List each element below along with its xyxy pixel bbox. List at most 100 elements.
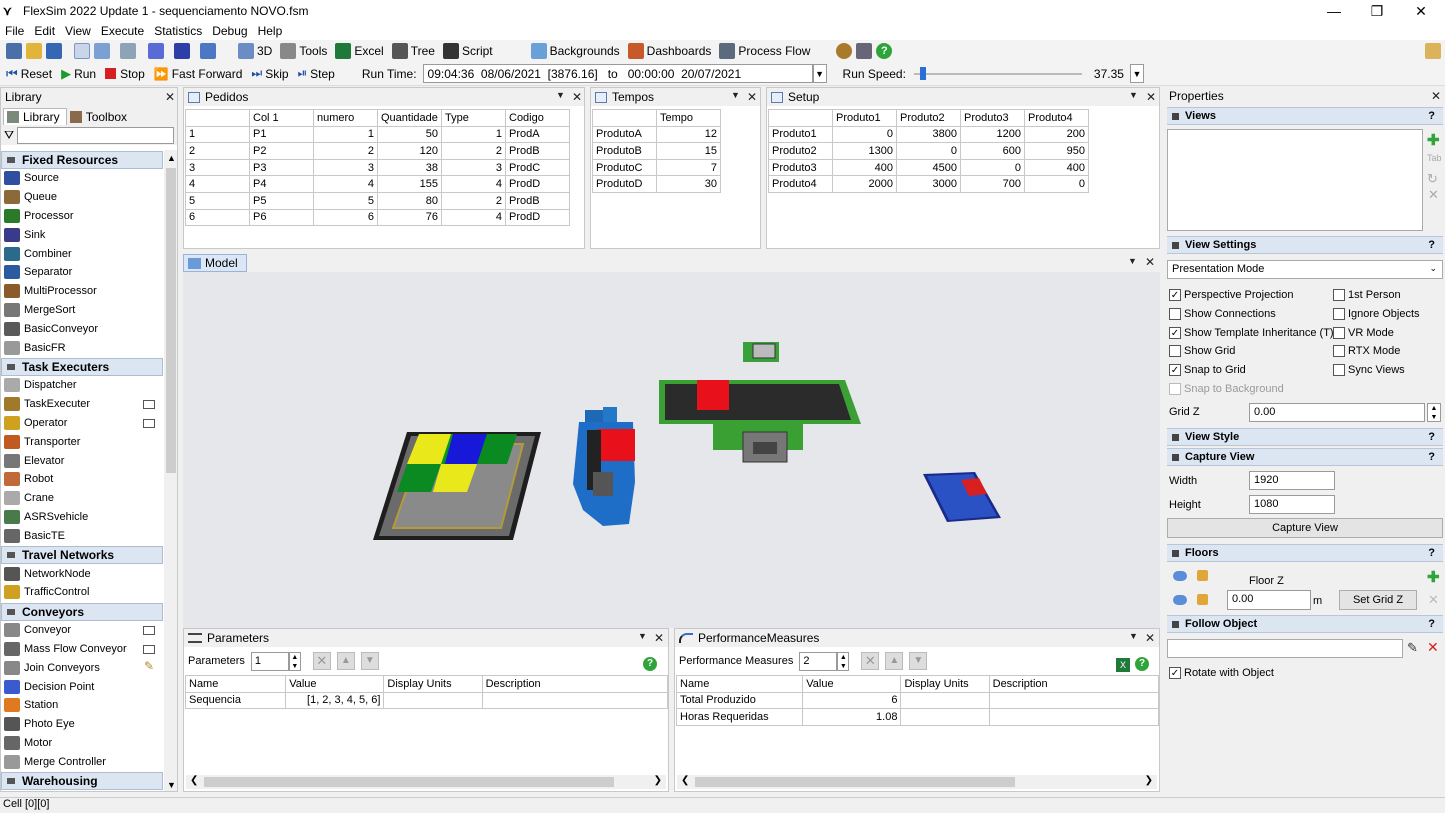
- close-icon[interactable]: ✕: [1431, 89, 1441, 103]
- library-item-robot[interactable]: Robot: [1, 470, 163, 489]
- library-item-mergesort[interactable]: MergeSort: [1, 301, 163, 320]
- table-cell[interactable]: Horas Requeridas: [675, 708, 804, 726]
- run-speed-slider[interactable]: [913, 64, 1082, 83]
- panel-menu-icon[interactable]: ▼: [556, 90, 565, 100]
- table-cell[interactable]: 3000: [896, 175, 961, 193]
- library-item-join-conveyors[interactable]: Join Conveyors ✎: [1, 658, 163, 677]
- library-item-trafficcontrol[interactable]: TrafficControl: [1, 583, 163, 602]
- table-row[interactable]: 3 P3 3 38 3 ProdC: [185, 158, 570, 177]
- menu-help[interactable]: Help: [253, 24, 288, 38]
- library-item-sink[interactable]: Sink: [1, 225, 163, 244]
- tools-button[interactable]: Tools: [278, 43, 327, 59]
- table-cell[interactable]: ProdutoC: [592, 158, 657, 177]
- library-item-multiprocessor[interactable]: MultiProcessor: [1, 282, 163, 301]
- table-cell[interactable]: 1: [441, 125, 506, 144]
- close-icon[interactable]: ✕: [572, 90, 582, 104]
- library-item-asrsvehicle[interactable]: ASRSvehicle: [1, 508, 163, 527]
- run-button[interactable]: ▶ Run: [61, 66, 96, 82]
- table-cell[interactable]: P5: [249, 191, 314, 210]
- maximize-icon[interactable]: ❐: [1354, 0, 1400, 22]
- panel-menu-icon[interactable]: ▼: [1129, 631, 1138, 641]
- floors-section[interactable]: Floors?: [1167, 544, 1443, 562]
- table-cell[interactable]: 3800: [896, 125, 961, 144]
- fast-forward-button[interactable]: ⏩ Fast Forward: [154, 67, 243, 81]
- table-cell[interactable]: 1: [185, 125, 250, 144]
- clear-follow-icon[interactable]: ✕: [1427, 639, 1439, 656]
- table-cell[interactable]: [900, 708, 990, 726]
- table-cell[interactable]: ProdC: [505, 158, 570, 177]
- library-item-decision-point[interactable]: Decision Point: [1, 677, 163, 696]
- table-cell[interactable]: [1, 2, 3, 4, 5, 6]: [285, 691, 385, 710]
- table-cell[interactable]: 4: [185, 175, 250, 193]
- table-cell[interactable]: 15: [656, 142, 721, 160]
- object-mode-icon[interactable]: [120, 43, 136, 59]
- table-cell[interactable]: P1: [249, 125, 314, 144]
- table-row[interactable]: 5 P5 5 80 2 ProdB: [185, 191, 570, 210]
- menu-file[interactable]: File: [0, 24, 29, 38]
- dashboards-button[interactable]: Dashboards: [626, 43, 711, 59]
- open-file-icon[interactable]: [26, 43, 42, 59]
- stop-button[interactable]: Stop: [105, 67, 145, 81]
- help-icon[interactable]: ?: [1135, 657, 1149, 671]
- column-header[interactable]: Produto4: [1024, 109, 1089, 127]
- minimize-icon[interactable]: —: [1311, 0, 1357, 22]
- column-header[interactable]: [592, 109, 657, 127]
- table-row[interactable]: ProdutoD 30: [592, 175, 721, 193]
- table-row[interactable]: ProdutoB 15: [592, 142, 721, 160]
- pedidos-table[interactable]: Col 1 numero Quantidade Type Codigo 1 P1 1 50 1 Pr…: [185, 109, 570, 227]
- library-scrollbar[interactable]: ▲ ▼: [164, 150, 177, 791]
- expand-icon[interactable]: [143, 644, 155, 654]
- table-cell[interactable]: 0: [1024, 175, 1089, 193]
- delete-floor-icon[interactable]: ✕: [1428, 592, 1439, 608]
- table-cell[interactable]: 3: [313, 158, 378, 177]
- skip-button[interactable]: ⏭ Skip: [251, 66, 288, 81]
- table-row[interactable]: 2 P2 2 120 2 ProdB: [185, 142, 570, 160]
- table-cell[interactable]: 12: [656, 125, 721, 144]
- model-3d-view[interactable]: [183, 272, 1160, 628]
- checkbox-vr-mode[interactable]: VR Mode: [1333, 326, 1394, 339]
- table-cell[interactable]: 0: [832, 125, 897, 144]
- column-header[interactable]: Description: [481, 675, 668, 693]
- set-grid-z-button[interactable]: Set Grid Z: [1339, 590, 1417, 610]
- column-header[interactable]: Tempo: [656, 109, 721, 127]
- column-header[interactable]: Produto1: [832, 109, 897, 127]
- layout-icon[interactable]: [856, 43, 873, 59]
- table-cell[interactable]: 5: [313, 191, 378, 210]
- column-header[interactable]: numero: [313, 109, 378, 127]
- performance-count-input[interactable]: 2: [799, 651, 838, 671]
- close-icon[interactable]: ✕: [165, 90, 175, 104]
- table-cell[interactable]: P4: [249, 175, 314, 193]
- table-cell[interactable]: 6: [185, 208, 250, 227]
- panel-menu-icon[interactable]: ▼: [638, 631, 647, 641]
- table-cell[interactable]: 2: [441, 142, 506, 160]
- table-cell[interactable]: 700: [960, 175, 1025, 193]
- table-cell[interactable]: [383, 691, 483, 710]
- capture-height-input[interactable]: 1080: [1249, 495, 1335, 514]
- library-item-source[interactable]: Source: [1, 169, 163, 188]
- library-item-separator[interactable]: Separator: [1, 263, 163, 282]
- table-cell[interactable]: 0: [960, 158, 1025, 177]
- filter-icon[interactable]: ⛛: [4, 128, 14, 143]
- table-cell[interactable]: ProdB: [505, 191, 570, 210]
- tab-library[interactable]: Library: [3, 108, 67, 125]
- model-scene[interactable]: [183, 272, 1160, 628]
- lock-icon[interactable]: [1197, 594, 1208, 605]
- table-cell[interactable]: ProdutoA: [592, 125, 657, 144]
- library-item-dispatcher[interactable]: Dispatcher: [1, 376, 163, 395]
- capture-view-section[interactable]: Capture View?: [1167, 448, 1443, 466]
- slider-thumb[interactable]: [920, 67, 927, 80]
- folder-icon[interactable]: [1425, 43, 1441, 59]
- table-cell[interactable]: Produto3: [768, 158, 833, 177]
- table-cell[interactable]: 1200: [960, 125, 1025, 144]
- move-up-icon[interactable]: ▲: [336, 652, 355, 670]
- table-cell[interactable]: [481, 691, 668, 710]
- column-header[interactable]: Name: [675, 675, 804, 693]
- view-style-section[interactable]: View Style?: [1167, 428, 1443, 446]
- follow-object-section[interactable]: Follow Object?: [1167, 615, 1443, 633]
- table-cell[interactable]: 2: [441, 191, 506, 210]
- help-icon[interactable]: ?: [643, 657, 657, 671]
- parameters-hscrollbar[interactable]: ❮ ❯: [186, 775, 666, 789]
- grid-z-stepper[interactable]: ▲ ▼: [1427, 403, 1441, 422]
- lock-icon[interactable]: [1197, 570, 1208, 581]
- library-item-mass-flow-conveyor[interactable]: Mass Flow Conveyor: [1, 640, 163, 659]
